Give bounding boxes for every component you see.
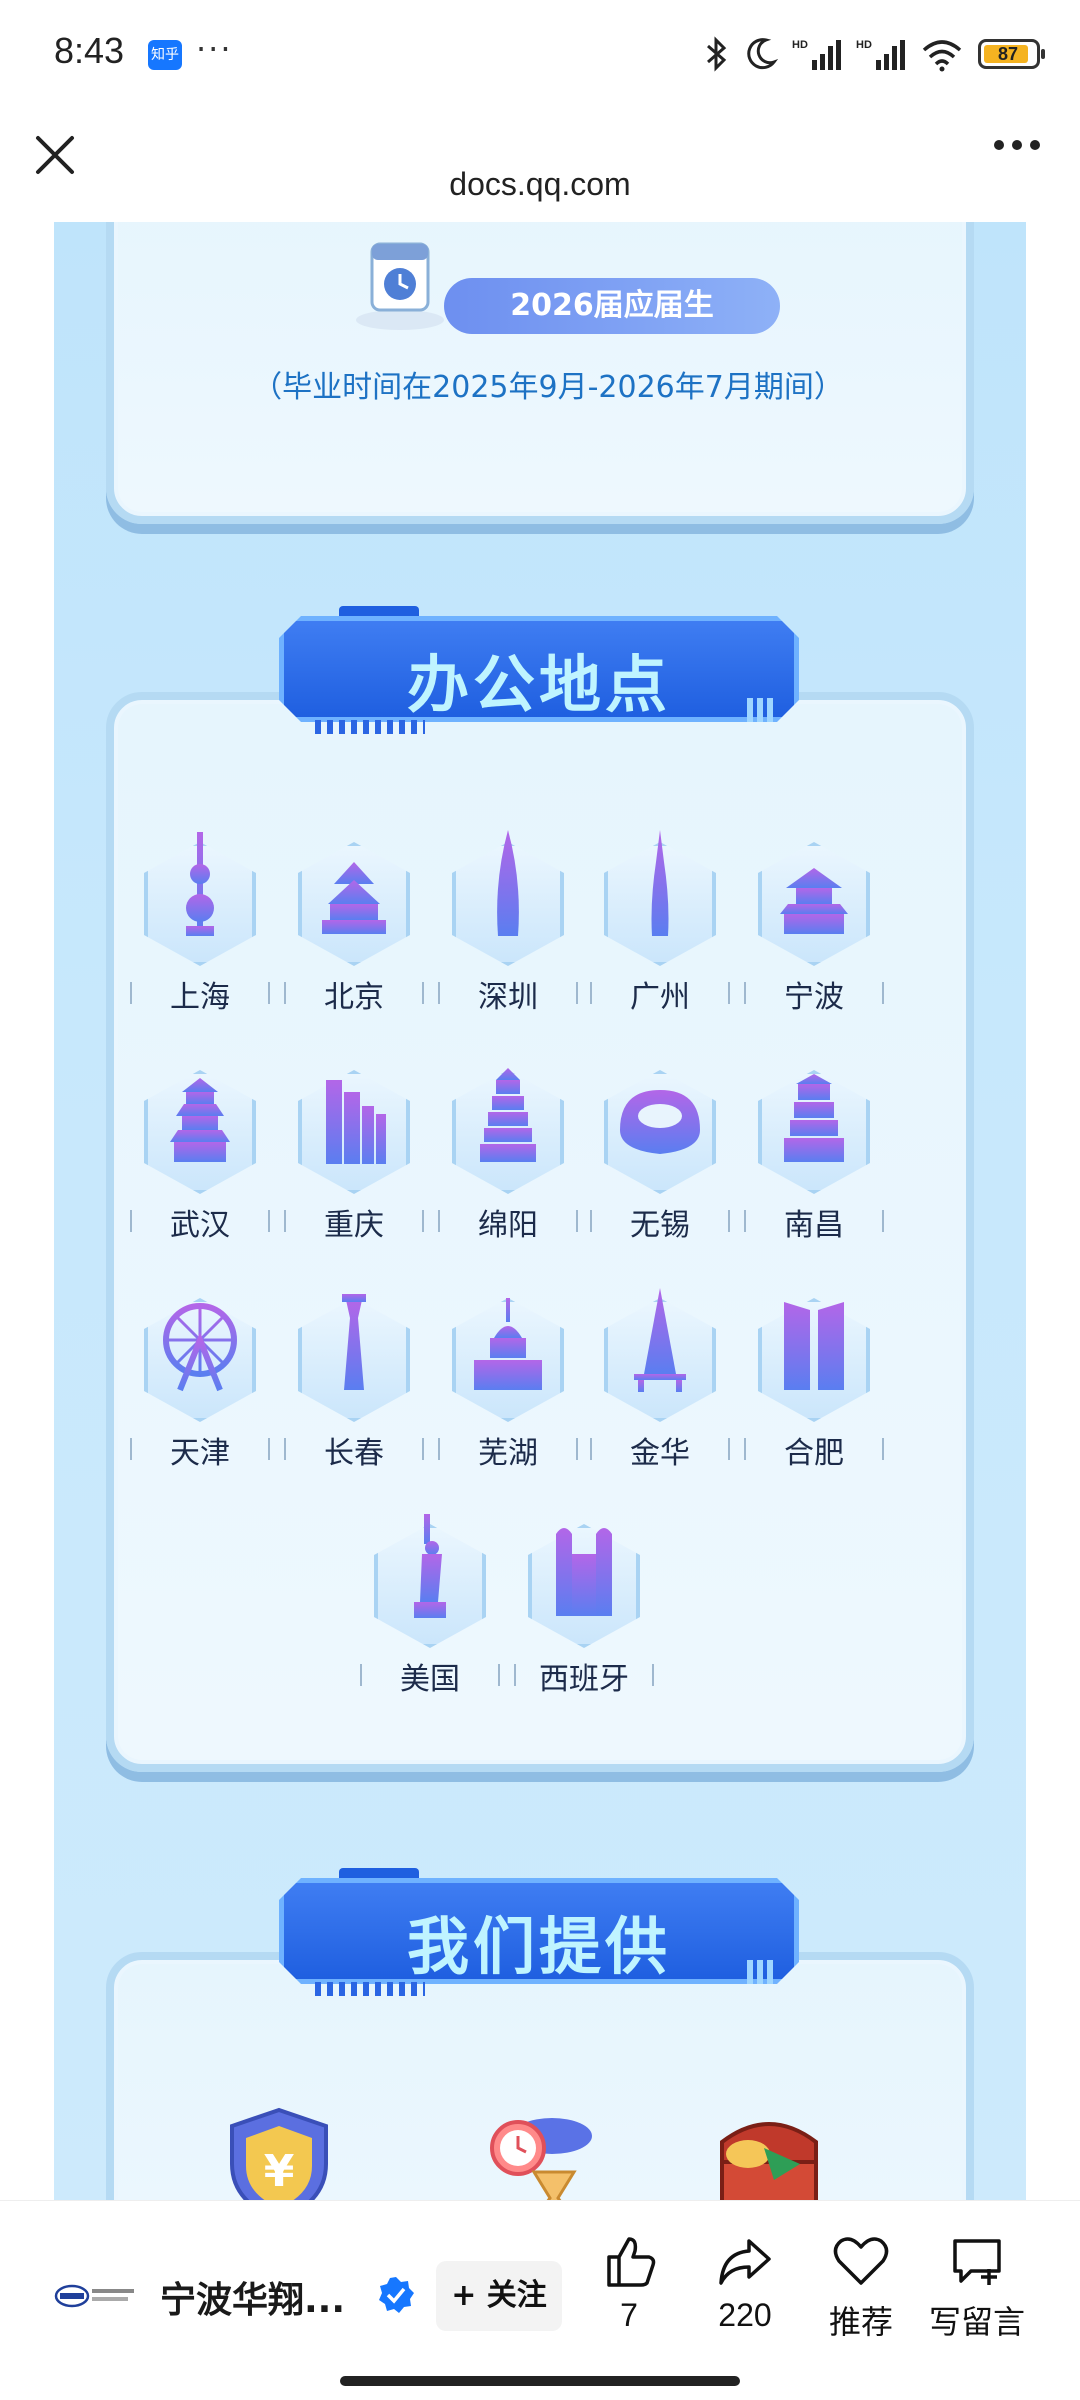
city-item: 天津 [130,1278,270,1471]
more-options-icon[interactable] [994,140,1040,150]
landmark-icon [480,1068,536,1162]
landmark-icon [342,1294,366,1390]
landmark-icon [414,1514,446,1618]
city-item: 北京 [284,822,424,1015]
city-name: 西班牙 [539,1662,629,1697]
city-item: 长春 [284,1278,424,1471]
home-indicator[interactable] [340,2376,740,2386]
signal-icon: HD [792,39,841,70]
city-name: 合肥 [784,1436,844,1471]
landmark-icon [474,1298,542,1390]
landmark-icon [186,832,214,936]
treasure-chest-icon [720,2122,818,2200]
landmark-icon [326,1080,386,1164]
locations-title: 办公地点 [406,648,671,721]
comment-button[interactable]: 写留言 [922,2231,1032,2371]
verified-badge-icon [379,2277,414,2313]
landmark-icon [620,1090,700,1154]
moon-icon [747,38,778,70]
city-name: 长春 [324,1436,384,1471]
locations-title-ribbon: 办公地点 [279,606,799,734]
city-name: 南昌 [784,1208,844,1243]
city-item: 重庆 [284,1050,424,1243]
like-count: 7 [620,2297,638,2333]
city-item: 西班牙 [514,1504,654,1697]
city-name: 宁波 [784,980,844,1015]
city-name: 绵阳 [478,1208,538,1243]
calendar-clock-icon [356,242,444,330]
thumbs-up-icon [607,2237,656,2287]
city-item: 芜湖 [438,1278,578,1471]
city-name: 深圳 [478,980,538,1015]
account-logo[interactable] [54,2281,138,2311]
landmark-icon [784,1302,844,1390]
offer-title-ribbon: 我们提供 [279,1868,799,1996]
city-item: 武汉 [130,1050,270,1243]
city-name: 金华 [630,1436,690,1471]
account-name[interactable]: 宁波华翔... [160,2271,345,2323]
offer-title: 我们提供 [406,1910,671,1983]
city-name: 广州 [630,980,690,1015]
city-name: 重庆 [324,1208,384,1243]
graduate-note: （毕业时间在2025年9月-2026年7月期间） [252,370,844,405]
status-bar: 8:43 知乎 ··· HD HD 87 [0,0,1080,100]
city-name: 无锡 [630,1208,690,1243]
recommend-button[interactable]: 推荐 [806,2231,916,2371]
share-button[interactable]: 220 [690,2231,800,2371]
zhihu-app-icon: 知乎 [148,40,182,70]
landmark-icon [651,830,669,936]
comment-add-icon [953,2239,1001,2285]
svg-text:HD: HD [792,39,808,51]
landmark-icon [497,830,519,936]
city-name: 上海 [170,980,230,1015]
landmark-icon [170,1078,230,1162]
heart-icon [833,2237,889,2285]
svg-text:HD: HD [856,39,872,51]
status-icons: HD HD 87 [704,34,1045,74]
city-name: 美国 [400,1662,460,1697]
bottom-action-bar: 宁波华翔... + 关注 7 220 推荐 写留言 [0,2200,1080,2400]
recruitment-poster: 2026届应届生 （毕业时间在2025年9月-2026年7月期间） 办公地点 上… [54,222,1026,2200]
status-more-icon: ··· [196,30,233,68]
city-name: 武汉 [170,1208,230,1243]
city-name: 芜湖 [478,1436,538,1471]
landmark-icon [634,1288,686,1392]
city-item: 金华 [590,1278,730,1471]
page-url: docs.qq.com [449,166,631,202]
city-item: 深圳 [438,822,578,1015]
city-item: 宁波 [744,822,884,1015]
landmark-icon [556,1528,612,1616]
battery-icon: 87 [978,39,1045,69]
wifi-icon [922,40,962,72]
city-item: 广州 [590,822,730,1015]
clock-hourglass-icon [490,2118,592,2200]
status-time: 8:43 [54,30,125,71]
city-item: 南昌 [744,1050,884,1243]
landmark-icon [780,868,848,934]
follow-button[interactable]: + 关注 [436,2261,562,2331]
browser-nav-bar: docs.qq.com [0,100,1080,222]
svg-text:¥: ¥ [264,2146,295,2197]
graduate-tag: 2026届应届生 [444,278,780,334]
city-item: 绵阳 [438,1050,578,1243]
comment-label: 写留言 [928,2304,1025,2340]
city-item: 合肥 [744,1278,884,1471]
landmark-icon [163,1303,237,1392]
city-name: 天津 [170,1436,230,1471]
landmark-icon [784,1074,844,1162]
city-item: 美国 [360,1504,500,1697]
like-button[interactable]: 7 [574,2231,684,2371]
recommend-label: 推荐 [828,2304,893,2340]
city-name: 北京 [324,980,384,1015]
graduate-panel: 2026届应届生 （毕业时间在2025年9月-2026年7月期间） [106,222,974,524]
signal-icon: HD [856,39,905,70]
city-item: 无锡 [590,1050,730,1243]
city-item: 上海 [130,822,270,1015]
salary-shield-icon: ¥ [230,2107,328,2200]
share-arrow-icon [719,2239,771,2285]
bluetooth-icon [707,36,727,72]
landmark-icon [322,862,386,934]
share-count: 220 [718,2297,772,2333]
